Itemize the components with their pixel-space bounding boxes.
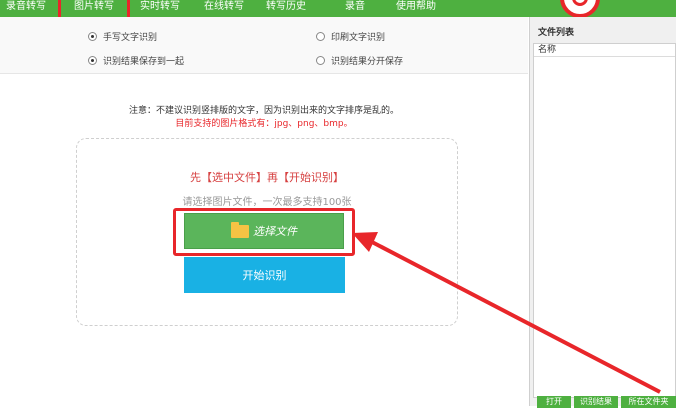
arrow-line xyxy=(371,240,661,394)
annotation-arrow xyxy=(352,232,661,394)
